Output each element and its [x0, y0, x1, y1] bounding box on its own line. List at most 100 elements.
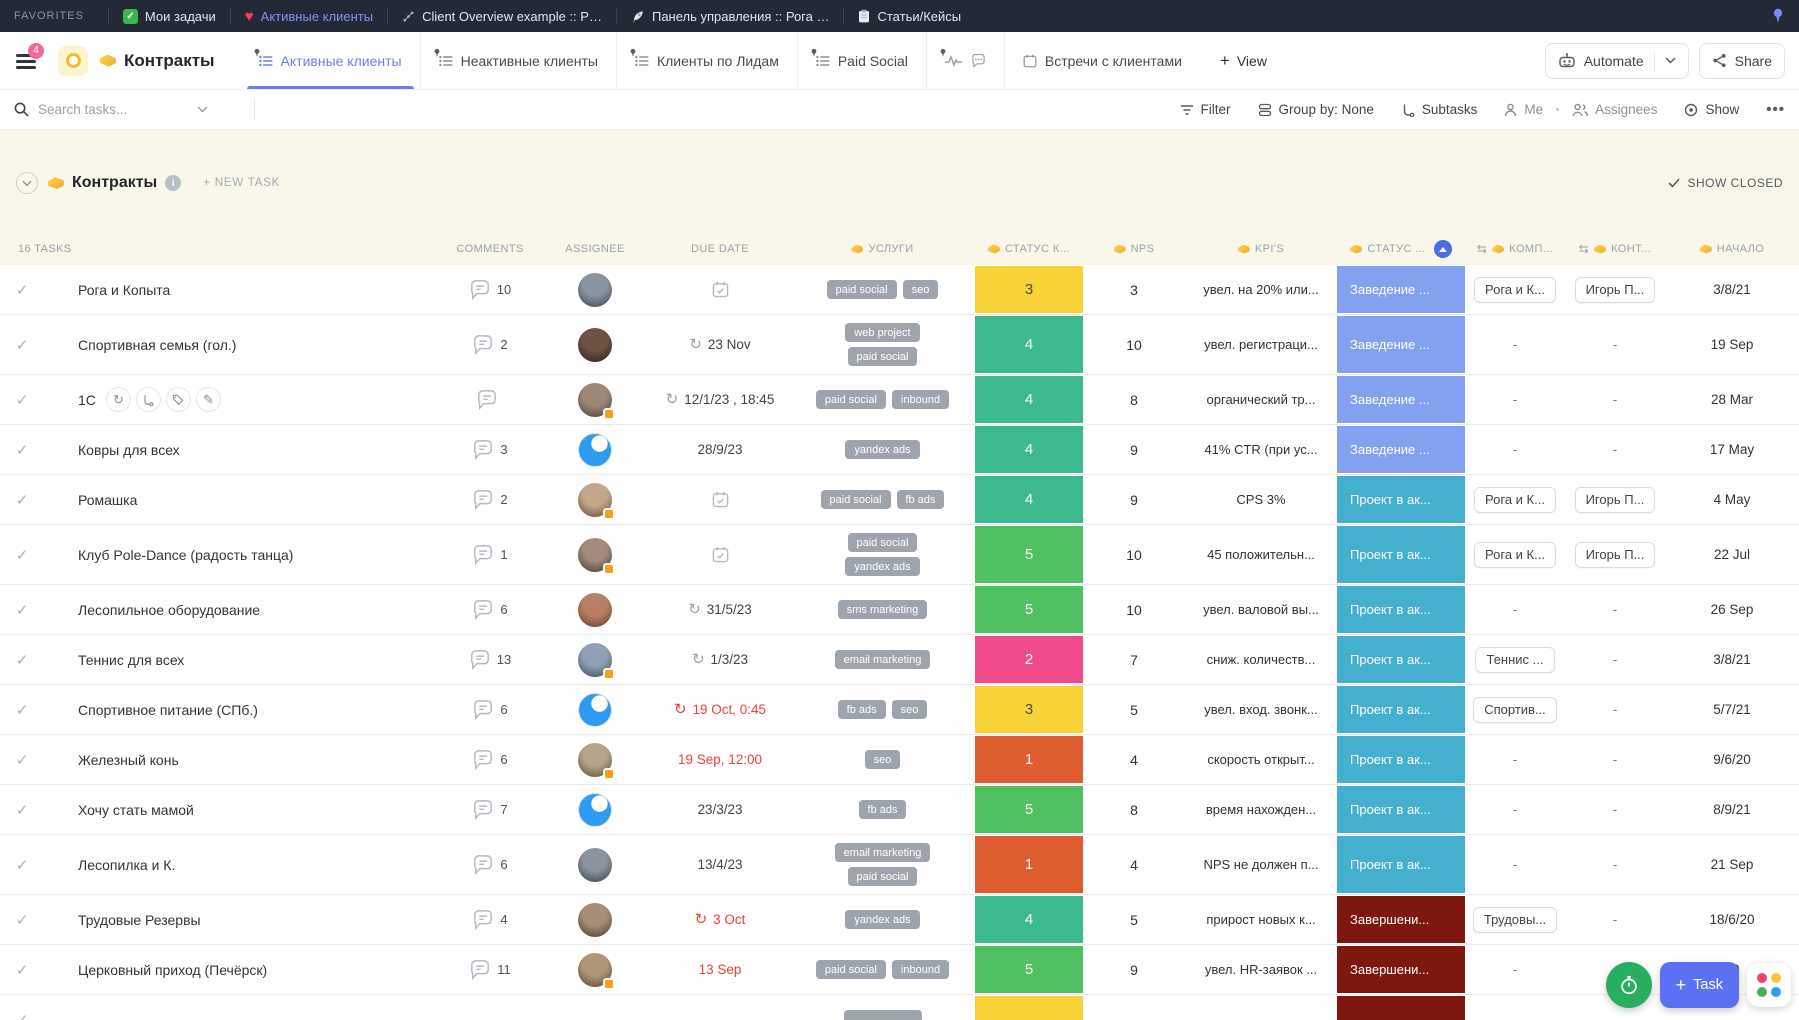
comments-count[interactable]: 1	[472, 545, 507, 565]
me-filter-button[interactable]: Me	[1504, 102, 1543, 117]
service-tag[interactable]: inbound	[892, 390, 949, 409]
due-date[interactable]: 23/3/23	[697, 802, 742, 817]
show-closed-toggle[interactable]: SHOW CLOSED	[1668, 176, 1783, 190]
task-row[interactable]: ✓Теннис для всех13↻1/3/23email marketing…	[0, 635, 1799, 685]
set-recurring-button[interactable]: ↻	[106, 387, 131, 412]
favorite-item[interactable]: Панель управления :: Рога …	[631, 9, 830, 24]
kpi-value[interactable]: 45 положительн...	[1207, 547, 1315, 562]
status-k-cell[interactable]: 5	[975, 526, 1083, 583]
start-date[interactable]: 3/8/21	[1713, 282, 1751, 297]
status-cell[interactable]: Проект в ак...	[1337, 476, 1465, 523]
tab-view[interactable]: Активные клиенты	[241, 32, 420, 89]
tab-view[interactable]: Paid Social	[797, 32, 926, 89]
kpi-value[interactable]: CPS 3%	[1236, 492, 1285, 507]
assignee-avatar[interactable]	[578, 273, 612, 307]
status-k-cell[interactable]: 5	[975, 586, 1083, 633]
column-services[interactable]: УСЛУГИ	[790, 243, 975, 255]
tab-view[interactable]: Клиенты по Лидам	[616, 32, 797, 89]
due-date[interactable]: 13/4/23	[697, 857, 742, 872]
comments-count[interactable]: 4	[472, 910, 507, 930]
service-tag[interactable]: seo	[865, 750, 901, 769]
service-tag[interactable]: sms marketing	[838, 600, 928, 619]
task-status-check[interactable]: ✓	[0, 425, 44, 474]
service-tag[interactable]: email marketing	[835, 843, 931, 862]
status-cell[interactable]: Проект в ак...	[1337, 526, 1465, 583]
start-date[interactable]: 28 Mar	[1711, 392, 1753, 407]
comments-count[interactable]: 11	[469, 960, 511, 980]
task-status-check[interactable]: ✓	[0, 315, 44, 374]
assignee-avatar-logo[interactable]	[578, 693, 612, 727]
filter-button[interactable]: Filter	[1180, 102, 1231, 117]
status-cell[interactable]: Проект в ак...	[1337, 736, 1465, 783]
company-chip[interactable]: Спортив...	[1473, 697, 1557, 723]
company-chip[interactable]: Трудовы...	[1473, 907, 1557, 933]
nps-value[interactable]: 7	[1130, 652, 1138, 668]
status-cell[interactable]: Завершени...	[1337, 896, 1465, 943]
status-k-cell[interactable]: 5	[975, 786, 1083, 833]
kpi-value[interactable]: увел. HR-заявок ...	[1205, 962, 1317, 977]
service-tag[interactable]: email marketing	[835, 650, 931, 669]
due-date[interactable]: ↻23 Nov	[689, 337, 750, 352]
due-date[interactable]: ↻31/5/23	[688, 602, 752, 617]
column-cont[interactable]: ⇆КОНТ...	[1565, 242, 1665, 256]
task-row[interactable]: ✓Рога и Копыта10paid socialseo33увел. на…	[0, 265, 1799, 315]
service-tag[interactable]: paid social	[848, 867, 918, 886]
kpi-value[interactable]: сниж. количеств...	[1207, 652, 1316, 667]
assignee-avatar[interactable]	[578, 593, 612, 627]
service-tag[interactable]: yandex ads	[845, 910, 919, 929]
group-by-button[interactable]: Group by: None	[1258, 102, 1374, 117]
nps-value[interactable]: 8	[1130, 802, 1138, 818]
status-k-cell[interactable]: 4	[975, 376, 1083, 423]
nps-value[interactable]: 5	[1130, 912, 1138, 928]
task-status-check[interactable]: ✓	[0, 265, 44, 314]
kpi-value[interactable]: прирост новых к...	[1206, 912, 1315, 927]
comments-count[interactable]: 6	[472, 750, 507, 770]
status-cell[interactable]: Заведение ...	[1337, 266, 1465, 313]
status-k-cell[interactable]: 3	[975, 686, 1083, 733]
status-k-cell[interactable]: 1	[975, 736, 1083, 783]
task-name[interactable]: Спортивная семья (гол.)	[78, 337, 236, 353]
comments-count[interactable]: 6	[472, 855, 507, 875]
service-tag[interactable]: fb ads	[897, 490, 945, 509]
task-name[interactable]: Ковры для всех	[78, 442, 180, 458]
contact-chip[interactable]: Игорь П...	[1575, 277, 1656, 303]
favorite-item[interactable]: ♥Активные клиенты	[245, 9, 373, 24]
kpi-value[interactable]: органический тр...	[1207, 392, 1316, 407]
start-date[interactable]: 8/9/21	[1713, 802, 1751, 817]
service-tag[interactable]: paid social	[848, 533, 918, 552]
status-cell[interactable]: Заведение ...	[1337, 426, 1465, 473]
status-k-cell[interactable]: 1	[975, 836, 1083, 893]
start-date[interactable]: 19 Sep	[1711, 337, 1754, 352]
add-view-button[interactable]: + View	[1200, 51, 1287, 71]
task-row[interactable]: ✓Лесопильное оборудование6↻31/5/23sms ma…	[0, 585, 1799, 635]
sort-ascending-indicator[interactable]	[1434, 240, 1452, 258]
task-status-check[interactable]: ✓	[0, 525, 44, 584]
column-assignee[interactable]: ASSIGNEE	[540, 243, 650, 255]
pin-icon[interactable]	[1771, 8, 1785, 24]
column-comp[interactable]: ⇆КОМП...	[1465, 242, 1565, 256]
status-cell[interactable]: Проект в ак...	[1337, 686, 1465, 733]
nps-value[interactable]: 9	[1130, 492, 1138, 508]
more-options-button[interactable]: •••	[1766, 101, 1785, 118]
task-row[interactable]: ✓Спортивная семья (гол.)2↻23 Novweb proj…	[0, 315, 1799, 375]
kpi-value[interactable]: 41% CTR (при ус...	[1204, 442, 1317, 457]
timer-button[interactable]	[1606, 962, 1652, 1008]
nps-value[interactable]: 8	[1130, 392, 1138, 408]
due-date-set-icon[interactable]	[712, 281, 729, 298]
column-comments[interactable]: COMMENTS	[440, 243, 540, 255]
nps-value[interactable]: 9	[1130, 442, 1138, 458]
status-cell[interactable]: Завершени...	[1337, 946, 1465, 993]
comments-count[interactable]: 3	[472, 440, 507, 460]
kpi-value[interactable]: NPS не должен п...	[1203, 857, 1318, 872]
task-row-partial[interactable]: ✓	[0, 995, 1799, 1020]
due-date[interactable]: 13 Sep	[699, 962, 742, 977]
search-box[interactable]	[14, 102, 244, 117]
service-tag[interactable]: fb ads	[859, 800, 907, 819]
column-start[interactable]: НАЧАЛО	[1665, 243, 1799, 255]
kpi-value[interactable]: увел. валовой вы...	[1203, 602, 1319, 617]
status-cell[interactable]: Заведение ...	[1337, 376, 1465, 423]
assignees-filter-button[interactable]: Assignees	[1572, 102, 1657, 117]
assignee-avatar[interactable]	[578, 643, 612, 677]
company-chip[interactable]: Рога и К...	[1474, 487, 1556, 513]
service-tag[interactable]: paid social	[827, 280, 897, 299]
